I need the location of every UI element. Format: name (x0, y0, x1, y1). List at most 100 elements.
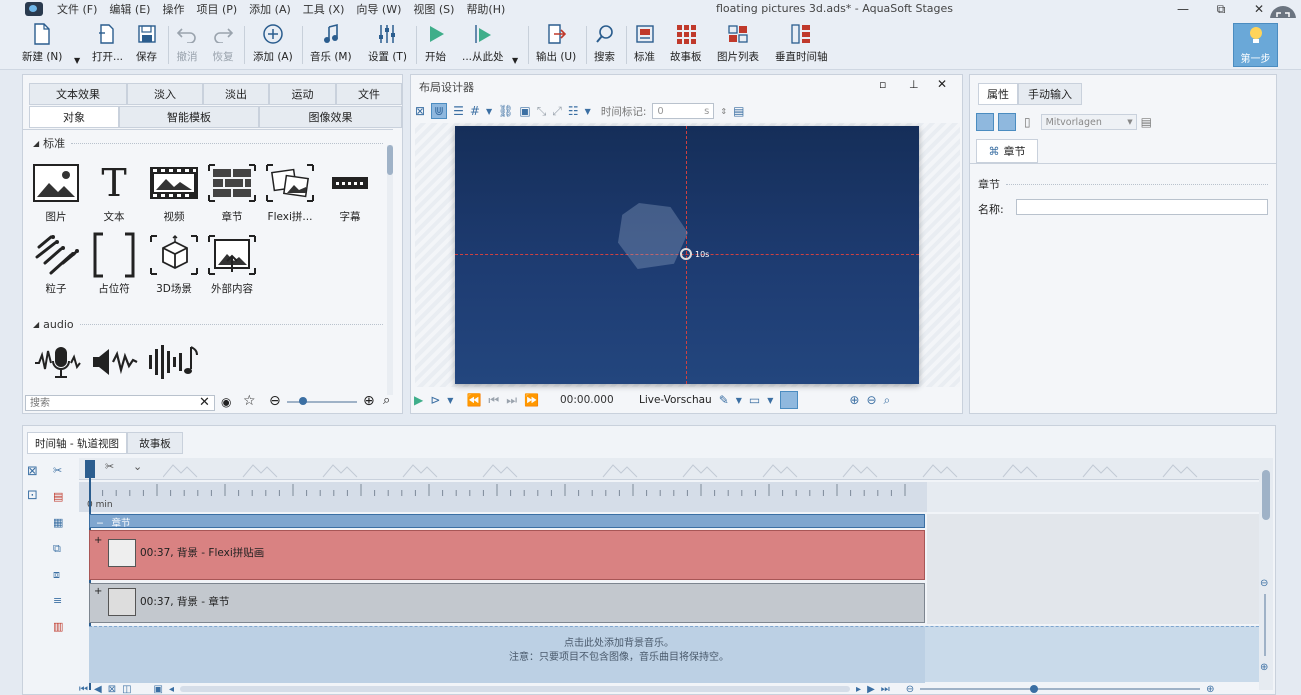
object-image[interactable]: 图片 (25, 159, 87, 224)
storyboard-view-button[interactable]: 故事板 (670, 22, 702, 68)
tab-properties[interactable]: 属性 (978, 83, 1018, 105)
start-button[interactable]: 开始 (425, 22, 446, 68)
export-button[interactable]: 输出 (U) (536, 22, 576, 68)
tab-timeline-track-view[interactable]: 时间轴 - 轨道视图 (27, 432, 127, 454)
select-all-icon[interactable]: ⊠ (415, 104, 425, 118)
slider-thumb[interactable] (299, 397, 307, 405)
open-button[interactable]: 打开... (92, 22, 123, 68)
play-icon[interactable]: ▶ (414, 393, 423, 407)
templates-dropdown[interactable]: Mitvorlagen ▼ (1040, 114, 1137, 130)
tab-image-effects[interactable]: 图像效果 (259, 106, 402, 128)
scroll-thumb[interactable] (1262, 470, 1270, 520)
new-button[interactable]: 新建 (N) (22, 22, 62, 68)
link-icon[interactable]: ⛓ (498, 104, 513, 118)
grid-dropdown-icon[interactable]: ▼ (486, 107, 492, 116)
align-lines-icon[interactable]: ☰ (453, 104, 464, 118)
object-text[interactable]: T 文本 (83, 159, 145, 224)
cut-icon[interactable]: ✂ (53, 458, 71, 484)
expand-track-icon[interactable]: + (94, 586, 102, 597)
search-icon[interactable]: ⌕ (383, 393, 390, 408)
tab-storyboard[interactable]: 故事板 (127, 432, 183, 454)
view-mode-icon[interactable] (976, 113, 994, 131)
tab-manual-input[interactable]: 手动输入 (1018, 83, 1082, 105)
timeline-vertical-scrollbar[interactable]: ⊖ ⊕ (1259, 458, 1273, 690)
track-red-icon[interactable]: ▤ (53, 484, 71, 510)
objects-search-input[interactable] (25, 395, 215, 411)
object-chapter[interactable]: 章节 (201, 159, 263, 224)
grid-icon[interactable]: # (470, 104, 480, 118)
audio-track-icon[interactable]: ≡ (53, 588, 71, 614)
menu-actions[interactable]: 操作 (156, 1, 190, 17)
last-icon[interactable]: ⏭ (881, 684, 890, 695)
menu-view[interactable]: 视图 (S) (407, 1, 460, 17)
first-step-button[interactable]: 第一步 (1233, 23, 1278, 67)
zoom-in-icon[interactable]: ⊕ (849, 393, 859, 407)
list-dropdown-icon[interactable]: ▼ (585, 107, 591, 116)
frame-icon[interactable]: ▣ (519, 104, 530, 118)
display-dropdown-icon[interactable]: ▼ (767, 396, 773, 405)
zoom-out-icon[interactable]: ⊖ (269, 393, 281, 409)
display-icon[interactable]: ▭ (749, 393, 760, 407)
panel-window-icon[interactable]: ▫ (879, 78, 886, 91)
zoom-out-icon[interactable]: ⊖ (866, 393, 876, 407)
star-icon[interactable]: ☆ (243, 393, 256, 409)
object-placeholder[interactable]: 占位符 (83, 231, 145, 296)
standard-view-button[interactable]: 标准 (634, 22, 655, 68)
play-from-here-button[interactable]: ...从此处 (462, 22, 504, 68)
zoom-out-icon[interactable]: ⊖ (906, 684, 914, 695)
section-standard-header[interactable]: ◢ 标准 (33, 135, 383, 151)
object-external-content[interactable]: 外部内容 (201, 231, 263, 296)
zoom-out-icon[interactable]: ⊖ (1260, 578, 1268, 589)
vertical-timeline-button[interactable]: 垂直时间轴 (775, 22, 828, 68)
scroll-thumb[interactable] (387, 145, 393, 175)
document-icon[interactable]: ▯ (1024, 115, 1031, 129)
transform-icon[interactable]: ⤡ (537, 104, 547, 119)
music-button[interactable]: 音乐 (M) (310, 22, 352, 68)
save-template-icon[interactable]: ▤ (1141, 115, 1152, 129)
menu-tools[interactable]: 工具 (X) (297, 1, 351, 17)
horizontal-scrollbar[interactable] (180, 686, 851, 692)
new-dropdown-icon[interactable]: ▼ (74, 56, 80, 65)
objects-scrollbar[interactable] (387, 145, 393, 395)
menu-wizard[interactable]: 向导 (W) (350, 1, 407, 17)
anchor-point-icon[interactable] (680, 248, 692, 260)
audio-music-icon[interactable] (147, 341, 201, 386)
icon-size-slider[interactable] (287, 397, 357, 405)
playhead-handle[interactable] (85, 460, 95, 478)
object-subtitle[interactable]: 字幕 (319, 159, 381, 224)
music-track-icon[interactable]: ▥ (53, 614, 71, 640)
save-button[interactable]: 保存 (136, 22, 157, 68)
rewind-icon[interactable]: ⏪ (466, 393, 481, 407)
tab-fade-out[interactable]: 淡出 (203, 83, 269, 105)
play-from-cursor-icon[interactable]: ⊳ (430, 393, 440, 407)
film-icon[interactable]: ▣ (154, 684, 163, 695)
menu-edit[interactable]: 编辑 (E) (103, 1, 156, 17)
timeline-zoom-slider[interactable] (920, 685, 1201, 693)
split-view-icon[interactable]: ◫ (122, 684, 131, 695)
ungroup-icon[interactable]: ⧈ (53, 562, 71, 588)
eye-icon[interactable] (998, 113, 1016, 131)
tab-chapter[interactable]: ⌘ 章节 (976, 139, 1038, 163)
track-add-icon[interactable]: ▦ (53, 510, 71, 536)
play-dropdown-icon[interactable]: ▼ (447, 396, 453, 405)
scroll-right-icon[interactable]: ▸ (856, 684, 861, 695)
fit-width-icon[interactable]: ⊡ (27, 484, 38, 508)
play-dropdown-icon[interactable]: ▼ (512, 56, 518, 65)
expand-track-icon[interactable]: + (94, 535, 102, 546)
chapter-background-track[interactable]: 00:37, 背景 - 章节 + (89, 583, 925, 623)
menu-help[interactable]: 帮助(H) (460, 1, 511, 17)
time-stepper-icon[interactable]: ⇕ (720, 107, 727, 116)
tab-motion[interactable]: 运动 (269, 83, 336, 105)
flexi-collage-track[interactable]: 00:37, 背景 - Flexi拼贴画 + (89, 530, 925, 580)
marker-icon[interactable]: ⌄ (133, 460, 142, 473)
zoom-fit-icon[interactable]: ⌕ (884, 393, 891, 408)
fit-icon[interactable]: ⊠ (108, 684, 116, 695)
preview-stage[interactable]: 10s (455, 126, 919, 384)
brush-dropdown-icon[interactable]: ▼ (736, 396, 742, 405)
tab-smart-templates[interactable]: 智能模板 (119, 106, 259, 128)
eye-icon[interactable]: ◉ (221, 395, 231, 409)
audio-sound-effect-icon[interactable] (91, 341, 139, 386)
menu-add[interactable]: 添加 (A) (243, 1, 297, 17)
clear-search-icon[interactable]: ✕ (199, 395, 210, 411)
redo-button[interactable]: 恢复 (212, 22, 234, 68)
